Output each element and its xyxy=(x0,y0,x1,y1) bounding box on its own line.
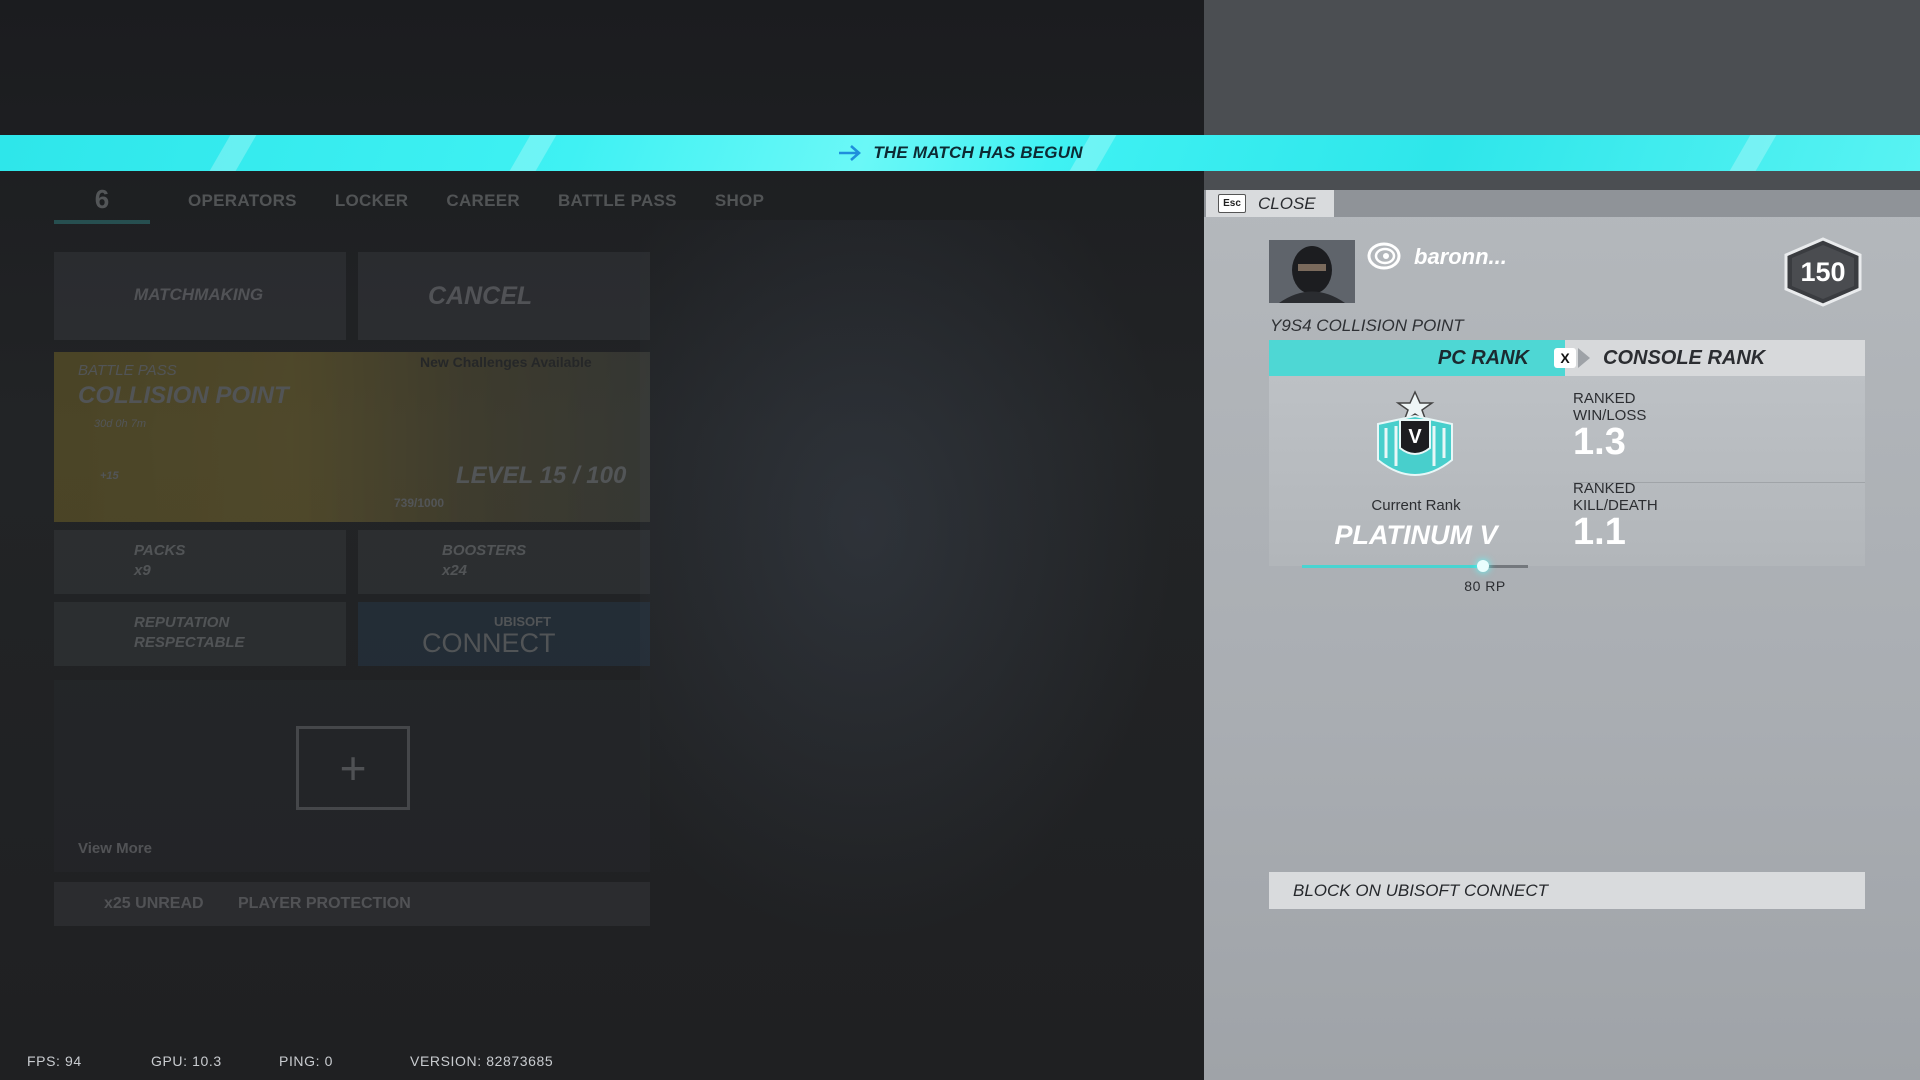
match-begun-banner: THE MATCH HAS BEGUN xyxy=(0,135,1920,171)
tab-console-rank[interactable]: CONSOLE RANK xyxy=(1565,340,1865,376)
add-squad-button[interactable]: + xyxy=(296,726,410,810)
rank-emblem-letter: V xyxy=(1408,426,1422,448)
nav-career[interactable]: CAREER xyxy=(446,191,520,211)
close-label: CLOSE xyxy=(1258,193,1316,213)
battle-pass-tile[interactable]: BATTLE PASS COLLISION POINT 30d 0h 7m +1… xyxy=(54,352,650,522)
tab-pc-rank[interactable]: PC RANK xyxy=(1269,340,1565,376)
rank-name: PLATINUM V xyxy=(1334,520,1498,550)
player-protection-link[interactable]: PLAYER PROTECTION xyxy=(238,895,411,913)
ubisoft-connect-tile[interactable]: UBISOFT CONNECT xyxy=(358,602,650,666)
win-loss-value: 1.3 xyxy=(1573,421,1626,463)
battle-pass-bonus: +15 xyxy=(100,470,119,482)
version-readout: VERSION: 82873685 xyxy=(410,1053,554,1069)
banner-stripe xyxy=(509,135,557,171)
gpu-readout: GPU: 10.3 xyxy=(151,1053,222,1069)
battle-pass-timer: 30d 0h 7m xyxy=(94,418,146,430)
battle-pass-title: COLLISION POINT xyxy=(78,382,289,409)
ubisoft-connect-bottom: CONNECT xyxy=(422,628,556,658)
nav-locker[interactable]: LOCKER xyxy=(335,191,409,211)
notifications-bar[interactable]: x25 UNREAD PLAYER PROTECTION xyxy=(54,882,650,926)
boosters-label: BOOSTERS xyxy=(442,542,527,559)
top-nav: 6 OPERATORS LOCKER CAREER BATTLE PASS SH… xyxy=(54,178,764,224)
win-loss-label-1: RANKED xyxy=(1573,390,1636,407)
reputation-tile[interactable]: REPUTATION RESPECTABLE xyxy=(54,602,346,666)
rp-progress-marker xyxy=(1477,560,1489,572)
banner-stripe xyxy=(1729,135,1777,171)
fps-readout: FPS: 94 xyxy=(27,1053,82,1069)
platinum-rank-emblem-icon: V xyxy=(1377,390,1453,476)
kill-death-label-1: RANKED xyxy=(1573,480,1636,497)
ping-readout: PING: 0 xyxy=(279,1053,333,1069)
siege-logo-icon[interactable]: 6 xyxy=(54,178,150,224)
tab-arrow-icon xyxy=(1578,348,1590,368)
performance-stats: FPS: 94 GPU: 10.3 PING: 0 VERSION: 82873… xyxy=(27,1053,553,1069)
battle-pass-challenges: New Challenges Available xyxy=(420,354,592,370)
player-level: 150 xyxy=(1800,257,1846,287)
close-button[interactable]: Esc CLOSE xyxy=(1206,190,1334,217)
cancel-tile[interactable]: CANCEL xyxy=(358,252,650,340)
current-rank-label: Current Rank xyxy=(1371,497,1461,514)
x-key-icon[interactable]: X xyxy=(1554,348,1576,368)
block-on-ubisoft-connect-button[interactable]: BLOCK ON UBISOFT CONNECT xyxy=(1269,872,1865,909)
unread-count: x25 UNREAD xyxy=(104,895,204,912)
view-more-link[interactable]: View More xyxy=(78,840,152,857)
rp-progress-fill xyxy=(1302,565,1483,568)
nav-shop[interactable]: SHOP xyxy=(715,191,764,211)
banner-text: THE MATCH HAS BEGUN xyxy=(873,143,1083,162)
rp-label: 80 RP xyxy=(1464,578,1506,594)
matchmaking-tile[interactable]: MATCHMAKING xyxy=(54,252,346,340)
nav-battle-pass[interactable]: BATTLE PASS xyxy=(558,191,677,211)
boosters-tile[interactable]: BOOSTERS x24 xyxy=(358,530,650,594)
packs-label: PACKS xyxy=(134,542,186,559)
battle-pass-label: BATTLE PASS xyxy=(78,362,177,379)
cancel-label: CANCEL xyxy=(428,282,533,310)
boosters-count: x24 xyxy=(442,562,468,579)
matchmaking-label: MATCHMAKING xyxy=(134,285,264,304)
season-label: Y9S4 COLLISION POINT xyxy=(1270,316,1464,335)
banner-stripe xyxy=(209,135,257,171)
reputation-value: RESPECTABLE xyxy=(134,634,245,651)
ubisoft-connect-top: UBISOFT xyxy=(494,614,552,629)
avatar xyxy=(1269,240,1355,303)
username: baronn... xyxy=(1414,244,1507,269)
esc-key-icon: Esc xyxy=(1218,194,1246,213)
packs-tile[interactable]: PACKS x9 xyxy=(54,530,346,594)
kill-death-value: 1.1 xyxy=(1573,511,1626,553)
operator-portrait-icon xyxy=(1269,240,1355,303)
arrow-right-icon xyxy=(839,145,862,161)
reputation-label: REPUTATION xyxy=(134,614,230,631)
operator-silhouette-background xyxy=(640,220,1200,980)
nav-operators[interactable]: OPERATORS xyxy=(188,191,297,211)
packs-count: x9 xyxy=(134,562,151,579)
battle-pass-xp: 739/1000 xyxy=(394,496,445,510)
battle-pass-level: LEVEL 15 / 100 xyxy=(456,462,627,489)
ubisoft-swirl-icon xyxy=(1367,242,1401,270)
